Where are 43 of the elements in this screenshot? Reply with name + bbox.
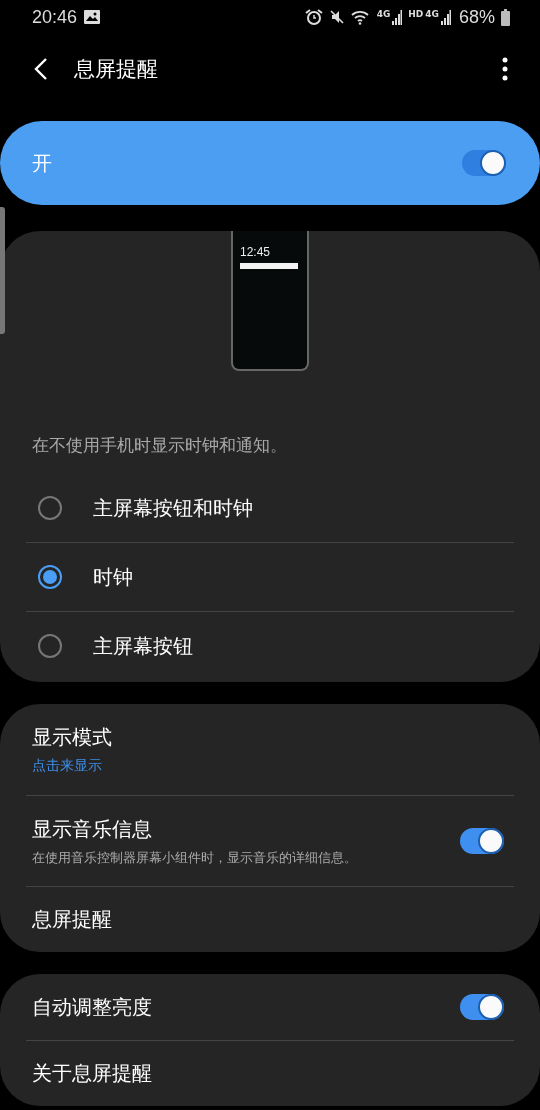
option-label: 时钟 <box>93 563 133 591</box>
description-text: 在不使用手机时显示时钟和通知。 <box>32 434 288 457</box>
network-label: 4G <box>376 8 391 19</box>
item-title: 息屏提醒 <box>32 906 112 933</box>
network-label: 4G <box>425 8 439 19</box>
alarm-icon <box>304 8 323 26</box>
page-title: 息屏提醒 <box>74 56 159 83</box>
option-label: 主屏幕按钮 <box>93 632 193 660</box>
radio-button[interactable] <box>38 496 62 520</box>
settings-item[interactable]: 关于息屏提醒 <box>26 1040 514 1106</box>
switch-label: 开 <box>32 149 52 177</box>
battery-icon <box>501 8 510 26</box>
back-icon <box>34 57 48 81</box>
battery-percent: 68% <box>458 6 495 28</box>
preview-bar <box>240 263 298 269</box>
radio-option[interactable]: 时钟 <box>26 542 514 611</box>
network-label: HD <box>408 8 424 19</box>
signal-icon <box>440 9 451 25</box>
toggle-switch[interactable] <box>460 828 504 854</box>
item-title: 关于息屏提醒 <box>32 1060 152 1087</box>
radio-button[interactable] <box>38 634 62 658</box>
item-value: 点击来显示 <box>32 757 103 775</box>
settings-item[interactable]: 显示模式 点击来显示 <box>26 704 514 795</box>
toggle-switch[interactable] <box>460 994 504 1020</box>
radio-button[interactable] <box>38 565 62 589</box>
toggle-switch[interactable] <box>462 150 506 176</box>
radio-option[interactable]: 主屏幕按钮 <box>26 611 514 680</box>
more-icon <box>502 57 508 81</box>
signal-icon <box>392 9 403 25</box>
settings-item[interactable]: 显示音乐信息 在使用音乐控制器屏幕小组件时，显示音乐的详细信息。 <box>26 795 514 886</box>
wifi-icon <box>350 9 371 25</box>
mute-icon <box>328 9 345 25</box>
settings-item[interactable]: 息屏提醒 <box>26 886 514 952</box>
status-time: 20:46 <box>32 6 78 28</box>
item-title: 自动调整亮度 <box>32 993 152 1021</box>
item-description: 在使用音乐控制器屏幕小组件时，显示音乐的详细信息。 <box>32 848 357 867</box>
item-title: 显示模式 <box>32 724 112 751</box>
option-label: 主屏幕按钮和时钟 <box>93 494 253 522</box>
item-title: 显示音乐信息 <box>32 815 153 843</box>
image-icon <box>83 9 102 25</box>
preview-clock: 12:45 <box>240 245 272 259</box>
settings-item[interactable]: 自动调整亮度 <box>26 974 514 1040</box>
radio-option[interactable]: 主屏幕按钮和时钟 <box>26 474 514 542</box>
